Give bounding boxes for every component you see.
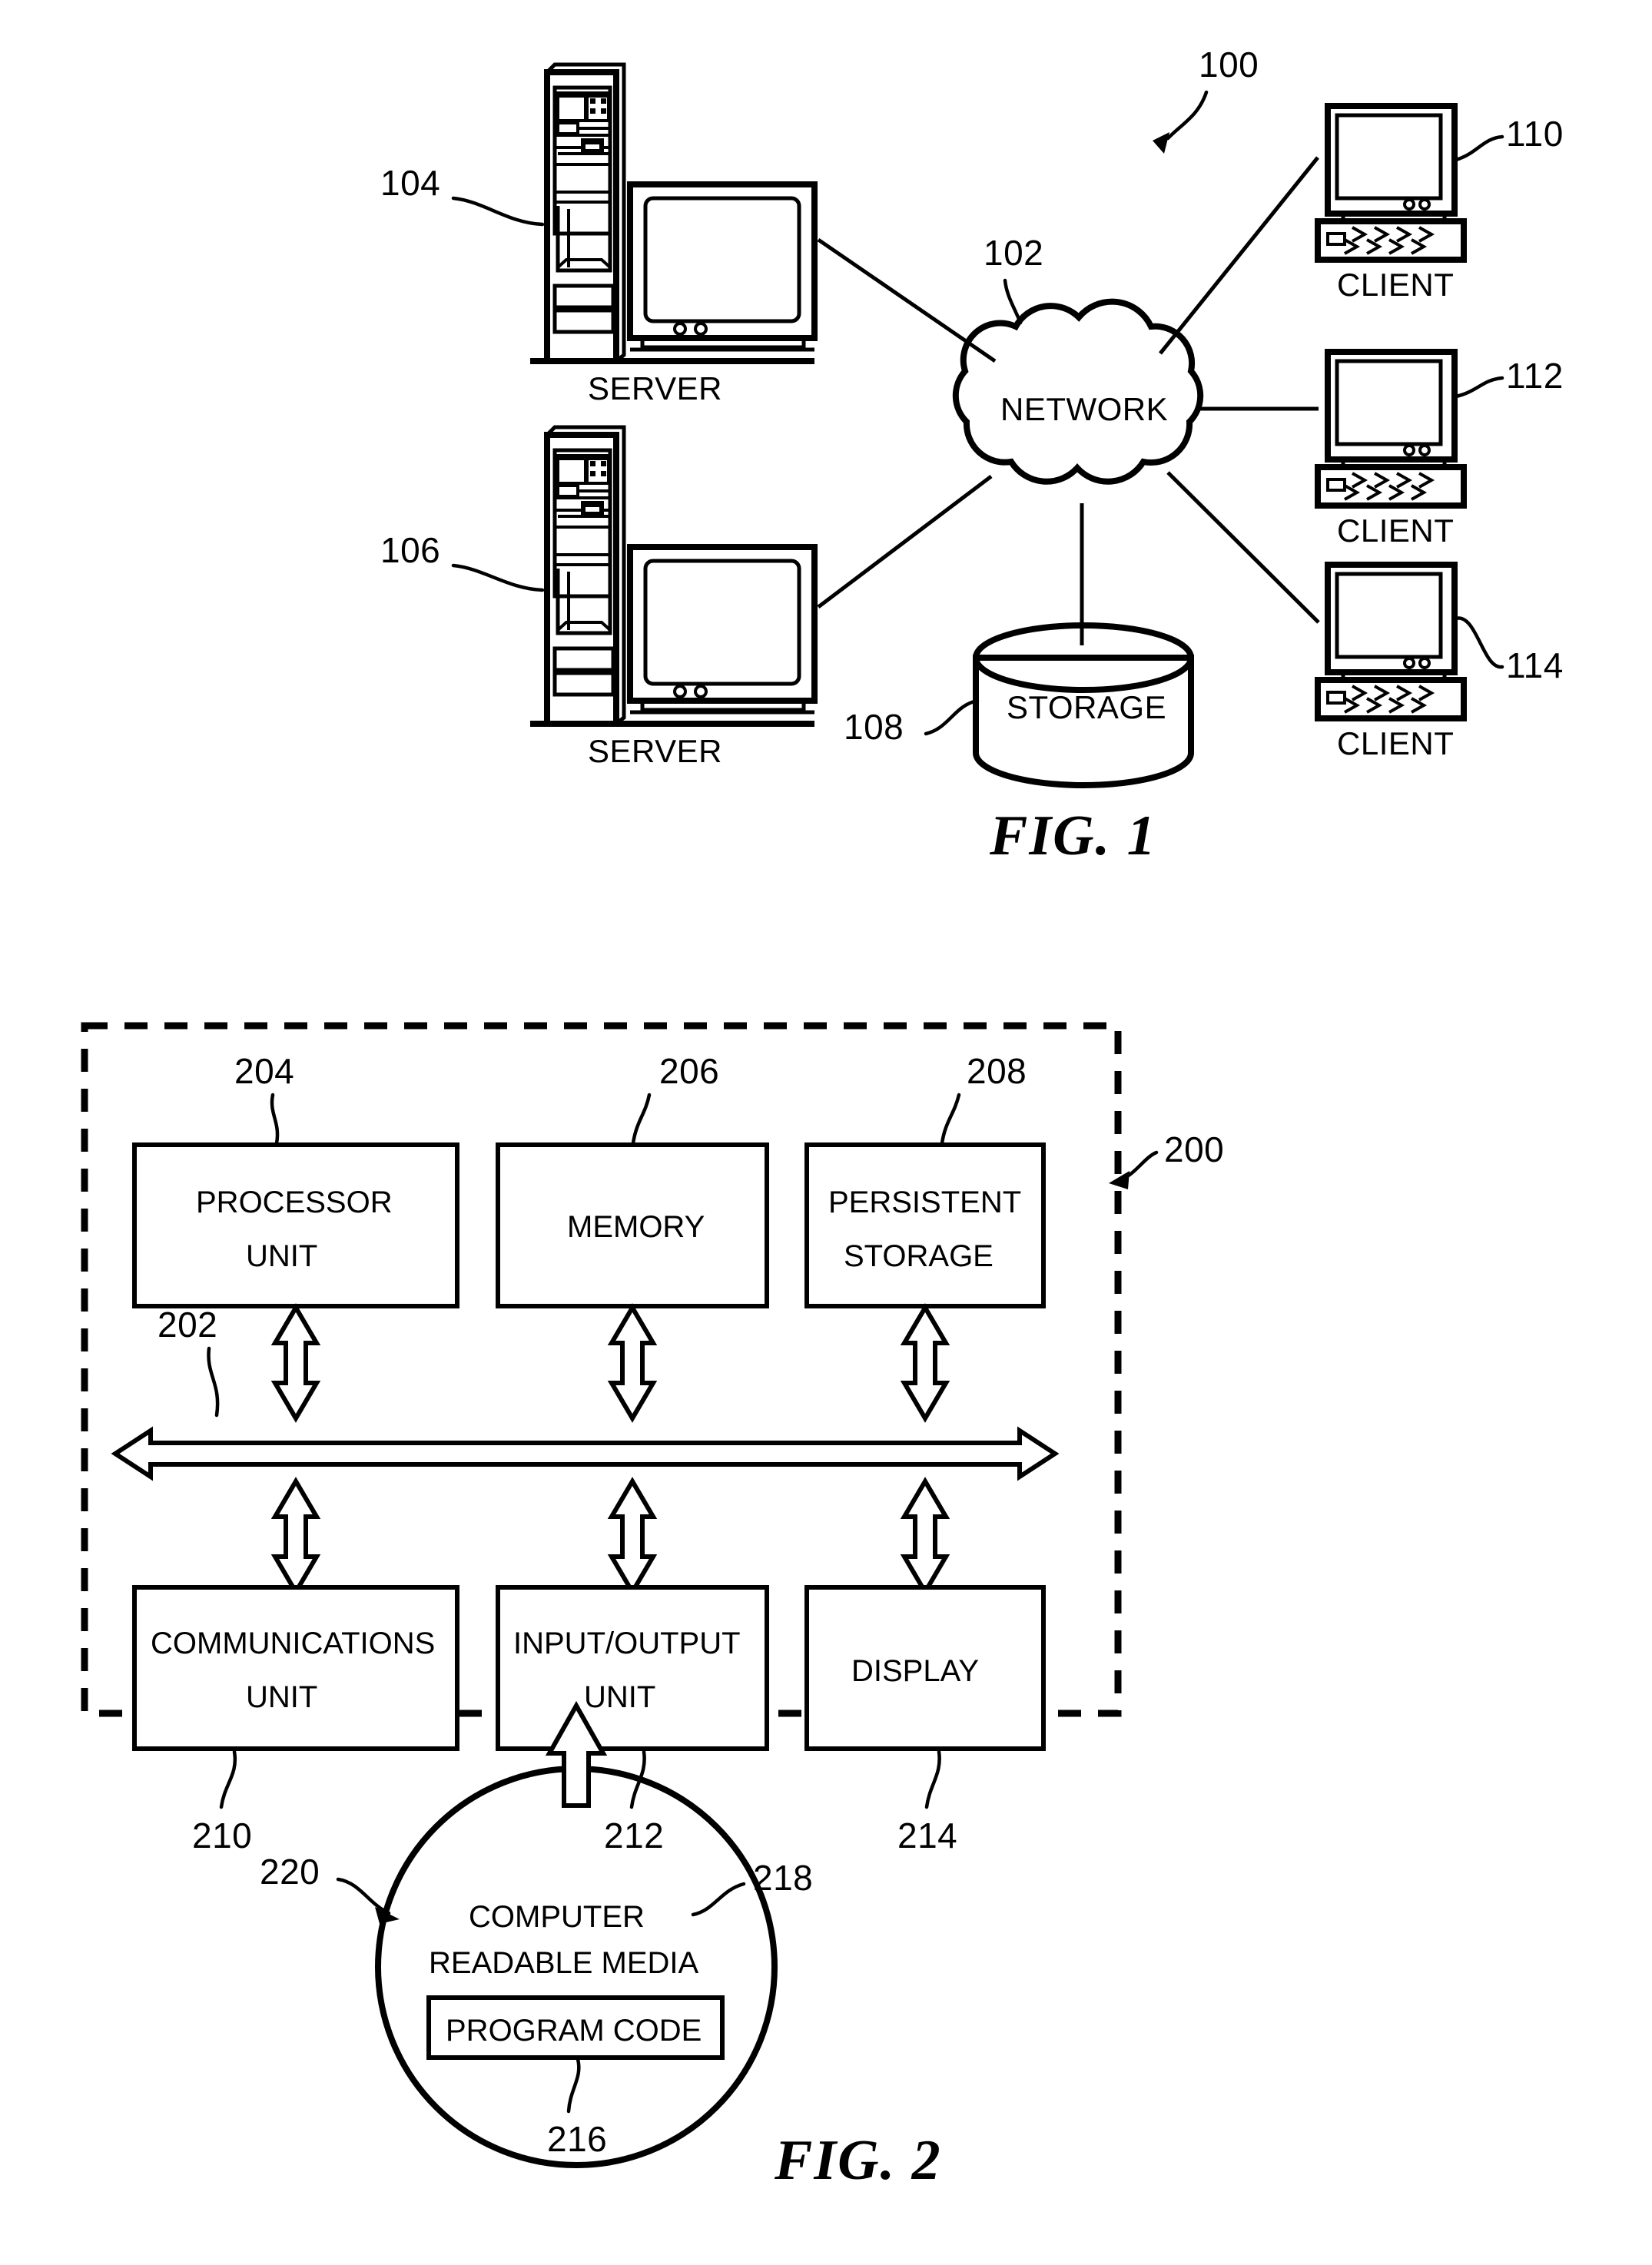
persistent-storage-label-line1: PERSISTENT (828, 1186, 1021, 1219)
communications-unit-ref-leader: 210 (192, 1749, 252, 1855)
server-104-label: SERVER (588, 370, 722, 406)
system-bus-ref-leader: 202 (158, 1305, 220, 1418)
storage-ref: 108 (844, 707, 904, 747)
fig1-system-ref: 100 (1199, 45, 1259, 85)
client-114-ref: 114 (1506, 645, 1564, 685)
display-box: DISPLAY (804, 1585, 1046, 1751)
media-ref: 218 (753, 1858, 813, 1898)
media-ref-leader: 218 (691, 1858, 813, 1917)
display-label: DISPLAY (851, 1654, 979, 1688)
server-106-graphic: SERVER (530, 425, 818, 769)
server-104-ref: 104 (380, 163, 440, 203)
processor-unit-box: PROCESSOR UNIT (132, 1142, 459, 1308)
client-114-graphic: CLIENT (1315, 562, 1467, 761)
client-112-ref-leader: 112 (1454, 356, 1564, 399)
computer-readable-media-circle: COMPUTER READABLE MEDIA PROGRAM CODE (375, 1766, 778, 2168)
memory-box: MEMORY (496, 1142, 769, 1308)
server-104-ref-leader: 104 (380, 163, 545, 227)
program-code-ref: 216 (547, 2119, 607, 2159)
input-output-unit-box: INPUT/OUTPUT UNIT (496, 1585, 769, 1751)
client-112-graphic: CLIENT (1315, 349, 1467, 549)
system-bus-ref: 202 (158, 1305, 217, 1345)
storage-label: STORAGE (1007, 689, 1166, 725)
fig2-system-ref: 200 (1164, 1129, 1224, 1169)
input-output-unit-label-line2: UNIT (584, 1680, 655, 1714)
processor-unit-label-line1: PROCESSOR (196, 1186, 393, 1219)
bus-connector-arrows-top (270, 1303, 950, 1423)
display-ref: 214 (897, 1816, 957, 1855)
keyboard-keys-icon (1344, 472, 1435, 501)
processor-unit-ref-leader: 204 (234, 1051, 294, 1146)
network-ref: 102 (984, 233, 1043, 273)
communications-unit-box: COMMUNICATIONS UNIT (132, 1585, 459, 1751)
persistent-storage-ref: 208 (967, 1051, 1027, 1091)
fig2-caption: FIG. 2 (774, 2129, 942, 2192)
client-110-ref-leader: 110 (1454, 114, 1564, 162)
persistent-storage-box: PERSISTENT STORAGE (804, 1142, 1046, 1308)
memory-ref-leader: 206 (631, 1051, 719, 1146)
processor-unit-label-line2: UNIT (246, 1239, 317, 1273)
persistent-storage-label-line2: STORAGE (844, 1239, 994, 1273)
input-output-unit-ref: 212 (604, 1816, 664, 1855)
fig1-system-ref-arrow (1153, 90, 1209, 154)
computer-program-product-ref: 220 (260, 1852, 320, 1892)
fig2-system-ref-arrow: 200 (1109, 1129, 1224, 1189)
server-106-ref: 106 (380, 530, 440, 570)
input-output-unit-ref-leader: 212 (604, 1749, 664, 1855)
keyboard-keys-icon (1344, 685, 1435, 714)
media-label-line2: READABLE MEDIA (429, 1946, 699, 1980)
program-code-ref-leader: 216 (547, 2057, 607, 2159)
fig1-caption: FIG. 1 (989, 804, 1157, 867)
network-cloud: NETWORK (952, 298, 1204, 485)
client-110-ref: 110 (1506, 114, 1564, 154)
persistent-storage-ref-leader: 208 (940, 1051, 1027, 1146)
communications-unit-label-line2: UNIT (246, 1680, 317, 1714)
processor-unit-ref: 204 (234, 1051, 294, 1091)
communications-unit-label-line1: COMMUNICATIONS (151, 1627, 435, 1660)
program-code-label: PROGRAM CODE (446, 2014, 702, 2048)
figure-1-and-2-artwork: SERVER 104 SERVER 106 NETWORK 102 STORAG… (81, 45, 1564, 2192)
media-label-line1: COMPUTER (469, 1900, 645, 1934)
server-106-label: SERVER (588, 733, 722, 769)
server-104-graphic: SERVER (530, 62, 818, 406)
storage-ref-leader: 108 (844, 698, 980, 747)
communications-unit-ref: 210 (192, 1816, 252, 1855)
client-114-ref-leader: 114 (1454, 616, 1564, 685)
server-106-ref-leader: 106 (380, 530, 545, 592)
memory-label: MEMORY (567, 1210, 705, 1244)
client-110-graphic: CLIENT (1315, 103, 1467, 303)
patent-drawing-sheet: SERVER 104 SERVER 106 NETWORK 102 STORAG… (0, 0, 1652, 2265)
computer-program-product-ref-leader: 220 (260, 1852, 400, 1924)
storage-cylinder: STORAGE (973, 622, 1194, 788)
client-114-label: CLIENT (1337, 725, 1454, 761)
client-112-label: CLIENT (1337, 512, 1454, 549)
client-112-ref: 112 (1506, 356, 1564, 396)
input-output-unit-label-line1: INPUT/OUTPUT (513, 1627, 741, 1660)
display-ref-leader: 214 (897, 1749, 957, 1855)
memory-ref: 206 (659, 1051, 719, 1091)
bus-connector-arrows-bottom (270, 1477, 950, 1597)
system-bus (111, 1426, 1060, 1481)
client-110-label: CLIENT (1337, 267, 1454, 303)
network-label: NETWORK (1000, 391, 1168, 427)
keyboard-keys-icon (1344, 226, 1435, 255)
